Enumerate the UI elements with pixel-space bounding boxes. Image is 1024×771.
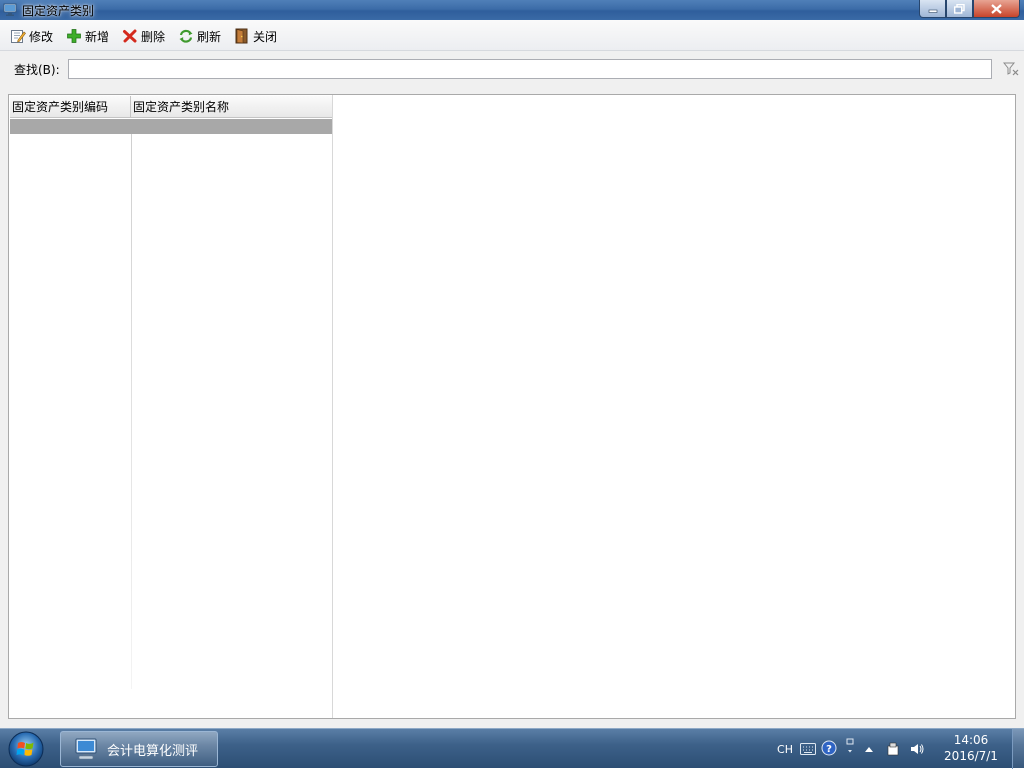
ime-indicator[interactable]: CH xyxy=(776,741,794,757)
taskbar-app-item[interactable]: 会计电算化测评 xyxy=(60,731,218,767)
plus-icon xyxy=(66,28,82,44)
category-grid[interactable]: 固定资产类别编码 固定资产类别名称 xyxy=(10,96,333,690)
splitter[interactable] xyxy=(332,95,333,718)
taskbar: 会计电算化测评 CH ? 14:06 2016/7/1 xyxy=(0,728,1024,769)
clock-date: 2016/7/1 xyxy=(944,749,998,763)
window-title: 固定资产类别 xyxy=(22,4,95,18)
system-clock[interactable]: 14:06 2016/7/1 xyxy=(938,732,1004,764)
volume-icon[interactable] xyxy=(908,740,926,758)
restore-button[interactable] xyxy=(946,0,973,18)
search-label: 查找(B): xyxy=(14,63,60,77)
computer-icon xyxy=(73,736,99,762)
delete-button[interactable]: 删除 xyxy=(122,26,165,46)
help-icon[interactable]: ? xyxy=(820,739,838,757)
delete-label: 删除 xyxy=(141,29,166,44)
main-window: 固定资产类别 修改 新增 删除 刷新 关闭 查找(B): 固定资产类别编码 固定… xyxy=(0,0,1024,728)
edit-button[interactable]: 修改 xyxy=(10,26,53,46)
search-input[interactable] xyxy=(68,59,992,79)
toolbar: 修改 新增 删除 刷新 关闭 xyxy=(0,20,1024,51)
filter-clear-icon[interactable] xyxy=(1002,60,1020,78)
refresh-button[interactable]: 刷新 xyxy=(178,26,221,46)
app-computer-icon xyxy=(3,3,17,17)
close-label: 关闭 xyxy=(253,29,278,44)
title-bar[interactable]: 固定资产类别 xyxy=(0,0,1024,20)
start-button[interactable] xyxy=(6,730,46,768)
column-header-code[interactable]: 固定资产类别编码 xyxy=(10,96,131,118)
content-panel: 固定资产类别编码 固定资产类别名称 xyxy=(8,94,1016,719)
minimize-icon xyxy=(928,9,937,13)
clock-time: 14:06 xyxy=(953,733,989,747)
edit-pencil-icon xyxy=(10,28,26,44)
show-desktop-button[interactable] xyxy=(1012,729,1024,769)
close-icon xyxy=(991,3,1002,14)
table-row-selected[interactable] xyxy=(10,119,332,134)
add-label: 新增 xyxy=(85,29,110,44)
windows-logo-icon xyxy=(8,731,44,767)
svg-text:?: ? xyxy=(826,744,832,755)
add-button[interactable]: 新增 xyxy=(66,26,109,46)
restore-icon xyxy=(954,3,965,14)
delete-x-icon xyxy=(122,28,138,44)
minimize-button[interactable] xyxy=(919,0,946,18)
close-button[interactable]: 关闭 xyxy=(234,26,277,46)
refresh-icon xyxy=(178,28,194,44)
column-header-name[interactable]: 固定资产类别名称 xyxy=(131,96,333,118)
column-divider xyxy=(131,134,132,689)
show-hidden-icons-arrow-icon[interactable] xyxy=(862,741,876,757)
refresh-label: 刷新 xyxy=(197,29,222,44)
close-window-button[interactable] xyxy=(973,0,1020,18)
grid-header: 固定资产类别编码 固定资产类别名称 xyxy=(10,96,333,118)
usb-device-icon[interactable] xyxy=(884,740,902,758)
door-exit-icon xyxy=(234,28,250,44)
taskbar-app-label: 会计电算化测评 xyxy=(107,743,199,759)
language-options-icon[interactable] xyxy=(842,737,858,759)
search-bar: 查找(B): xyxy=(0,52,1024,88)
keyboard-icon[interactable] xyxy=(799,741,817,757)
edit-label: 修改 xyxy=(29,29,54,44)
